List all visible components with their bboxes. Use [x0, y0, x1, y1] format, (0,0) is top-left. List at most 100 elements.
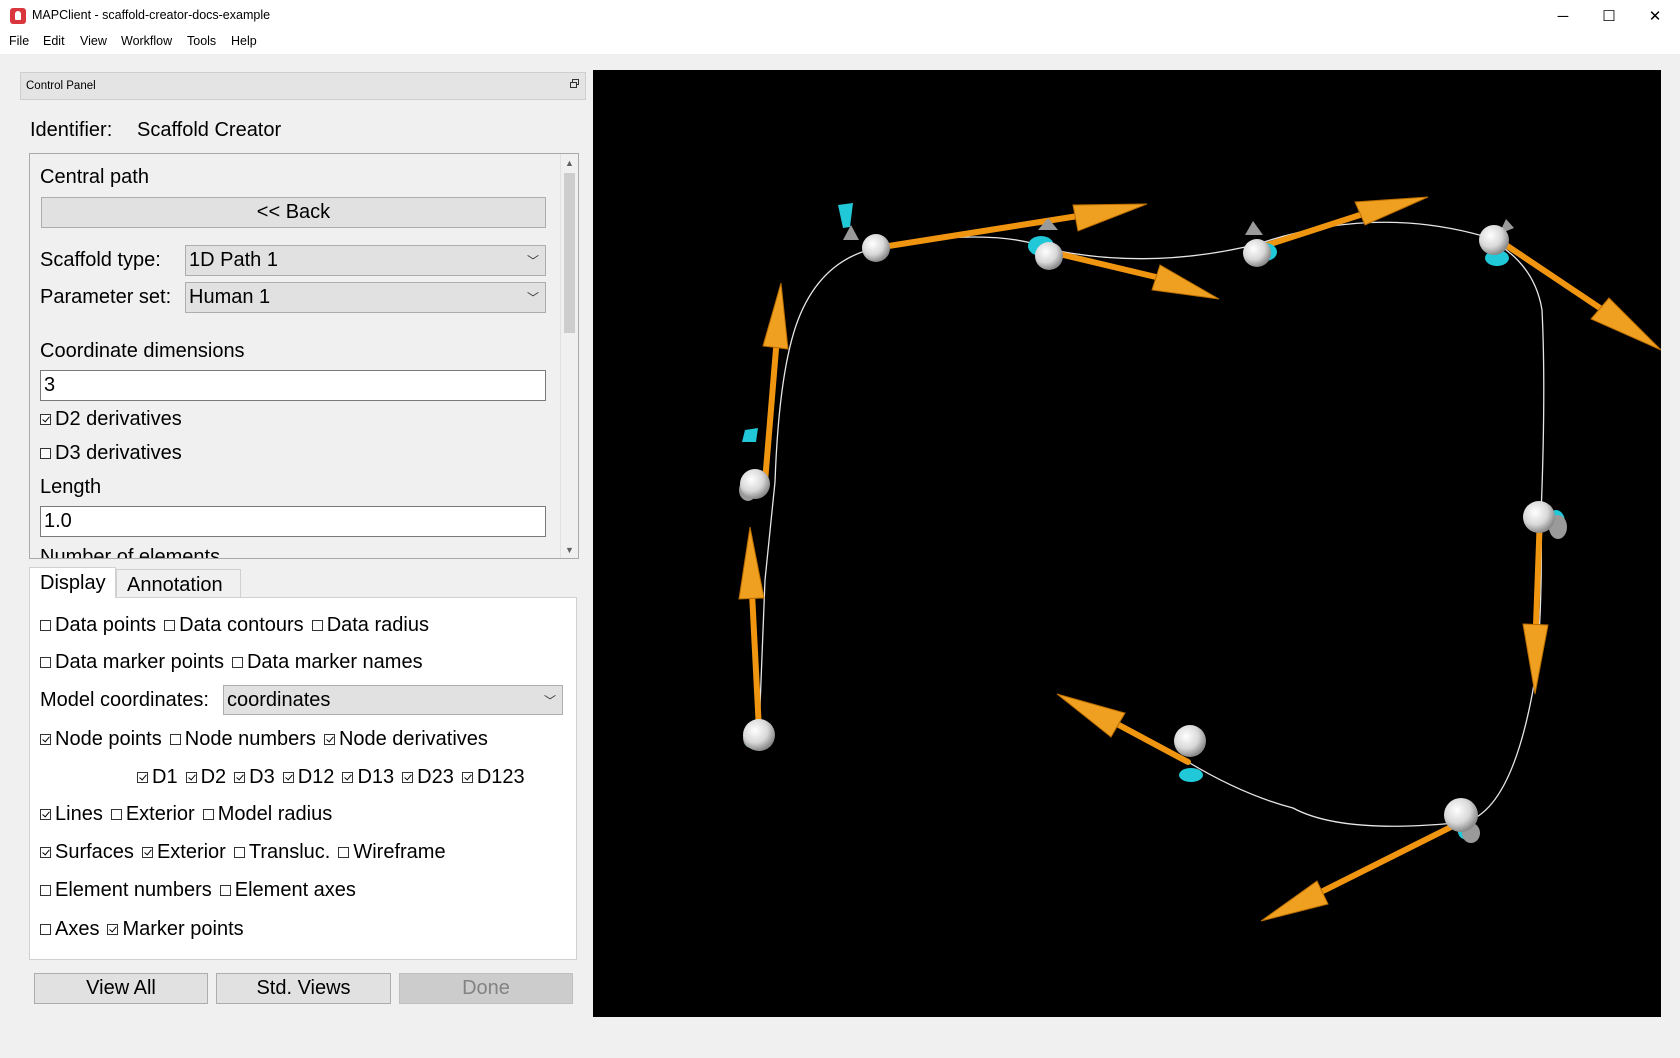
window-right-edge — [1662, 54, 1680, 1058]
axes-label: Axes — [55, 918, 100, 940]
d2-derivatives-checkbox[interactable] — [40, 414, 51, 425]
wireframe-checkbox[interactable] — [338, 847, 350, 858]
d123-checkbox[interactable] — [461, 772, 473, 783]
display-row-derivs: D1 D2 D3 D12 D13 D23 D123 — [137, 766, 533, 789]
lines-exterior-option[interactable]: Exterior — [110, 803, 195, 826]
scaffold-scene[interactable] — [593, 70, 1661, 1017]
scaffold-type-value: 1D Path 1 — [189, 249, 278, 271]
data-points-checkbox[interactable] — [40, 620, 51, 631]
node-points-checkbox[interactable] — [40, 734, 51, 745]
wireframe-option[interactable]: Wireframe — [338, 841, 446, 864]
node-derivatives-option[interactable]: Node derivatives — [323, 728, 488, 751]
node-numbers-label: Node numbers — [184, 728, 316, 750]
d2-label: D2 — [200, 766, 227, 788]
data-points-option[interactable]: Data points — [40, 614, 156, 637]
d1-option[interactable]: D1 — [137, 766, 178, 789]
settings-scrollbar[interactable]: ▲ ▼ — [560, 154, 578, 558]
d1-checkbox[interactable] — [137, 772, 148, 783]
scaffold-type-label: Scaffold type: — [40, 249, 161, 271]
length-input[interactable]: 1.0 — [40, 506, 546, 537]
display-row-surfaces: Surfaces Exterior Transluc. Wireframe — [40, 841, 454, 864]
d3-derivatives-checkbox[interactable] — [40, 448, 51, 459]
lines-option[interactable]: Lines — [40, 803, 103, 826]
coordinate-dimensions-input[interactable]: 3 — [40, 370, 546, 401]
element-axes-option[interactable]: Element axes — [219, 879, 356, 902]
data-marker-names-checkbox[interactable] — [231, 657, 243, 668]
d2-option[interactable]: D2 — [185, 766, 227, 789]
back-button[interactable]: << Back — [41, 197, 546, 228]
d2-derivatives-row[interactable]: D2 derivatives — [40, 408, 182, 431]
d23-checkbox[interactable] — [402, 772, 414, 783]
menu-view[interactable]: View — [80, 34, 107, 48]
axes-option[interactable]: Axes — [40, 918, 99, 941]
close-button[interactable]: ✕ — [1632, 0, 1678, 32]
data-marker-names-option[interactable]: Data marker names — [231, 651, 423, 674]
node-numbers-checkbox[interactable] — [169, 734, 181, 745]
data-radius-option[interactable]: Data radius — [311, 614, 429, 637]
model-radius-label: Model radius — [217, 803, 333, 825]
marker-points-option[interactable]: Marker points — [107, 918, 244, 941]
surfaces-exterior-checkbox[interactable] — [141, 847, 153, 858]
settings-scroll-area[interactable]: Central path << Back Scaffold type: 1D P… — [29, 153, 579, 559]
d3-derivatives-row[interactable]: D3 derivatives — [40, 442, 182, 465]
data-contours-option[interactable]: Data contours — [164, 614, 304, 637]
scene-viewport[interactable] — [593, 70, 1661, 1017]
model-radius-option[interactable]: Model radius — [202, 803, 333, 826]
data-radius-checkbox[interactable] — [311, 620, 323, 631]
d123-option[interactable]: D123 — [461, 766, 525, 789]
data-points-label: Data points — [55, 614, 157, 636]
model-radius-checkbox[interactable] — [202, 809, 214, 820]
element-axes-checkbox[interactable] — [219, 885, 231, 896]
scrollbar-thumb[interactable] — [564, 173, 575, 333]
surfaces-checkbox[interactable] — [40, 847, 51, 858]
element-numbers-option[interactable]: Element numbers — [40, 879, 212, 902]
scaffold-type-select[interactable]: 1D Path 1 ﹀ — [185, 245, 546, 276]
menu-help[interactable]: Help — [231, 34, 257, 48]
d23-option[interactable]: D23 — [402, 766, 454, 789]
view-all-button[interactable]: View All — [34, 973, 208, 1004]
display-row-lines: Lines Exterior Model radius — [40, 803, 340, 826]
app-icon — [10, 8, 26, 24]
tab-display[interactable]: Display — [29, 567, 116, 598]
window-title: MAPClient - scaffold-creator-docs-exampl… — [32, 8, 271, 22]
menu-edit[interactable]: Edit — [43, 34, 65, 48]
element-numbers-label: Element numbers — [55, 879, 212, 901]
minimize-button[interactable]: ─ — [1540, 0, 1586, 32]
parameter-set-select[interactable]: Human 1 ﹀ — [185, 282, 546, 313]
menu-tools[interactable]: Tools — [187, 34, 216, 48]
d12-checkbox[interactable] — [282, 772, 294, 783]
marker-points-checkbox[interactable] — [107, 924, 119, 935]
transluc-option[interactable]: Transluc. — [233, 841, 330, 864]
d3-checkbox[interactable] — [234, 772, 246, 783]
d13-option[interactable]: D13 — [342, 766, 394, 789]
menu-file[interactable]: File — [9, 34, 29, 48]
data-marker-points-checkbox[interactable] — [40, 657, 51, 668]
parameter-set-label: Parameter set: — [40, 286, 172, 308]
tab-annotation[interactable]: Annotation — [116, 569, 241, 600]
float-icon[interactable] — [570, 79, 579, 88]
menu-workflow[interactable]: Workflow — [121, 34, 172, 48]
maximize-button[interactable]: ☐ — [1586, 0, 1632, 32]
element-numbers-checkbox[interactable] — [40, 885, 51, 896]
d3-option[interactable]: D3 — [234, 766, 275, 789]
central-path-heading: Central path — [40, 166, 149, 188]
model-coordinates-select[interactable]: coordinates ﹀ — [223, 685, 563, 715]
data-marker-points-option[interactable]: Data marker points — [40, 651, 224, 674]
scroll-down-icon[interactable]: ▼ — [561, 541, 578, 558]
d12-option[interactable]: D12 — [282, 766, 334, 789]
node-numbers-option[interactable]: Node numbers — [169, 728, 316, 751]
std-views-button[interactable]: Std. Views — [216, 973, 391, 1004]
surfaces-exterior-option[interactable]: Exterior — [141, 841, 226, 864]
lines-exterior-checkbox[interactable] — [110, 809, 122, 820]
data-contours-checkbox[interactable] — [164, 620, 176, 631]
surfaces-option[interactable]: Surfaces — [40, 841, 134, 864]
d2-checkbox[interactable] — [185, 772, 197, 783]
node-points-option[interactable]: Node points — [40, 728, 162, 751]
scroll-up-icon[interactable]: ▲ — [561, 154, 578, 171]
lines-checkbox[interactable] — [40, 809, 51, 820]
coordinate-dimensions-label: Coordinate dimensions — [40, 340, 245, 362]
d13-checkbox[interactable] — [342, 772, 354, 783]
axes-checkbox[interactable] — [40, 924, 51, 935]
transluc-checkbox[interactable] — [233, 847, 245, 858]
node-derivatives-checkbox[interactable] — [323, 734, 335, 745]
